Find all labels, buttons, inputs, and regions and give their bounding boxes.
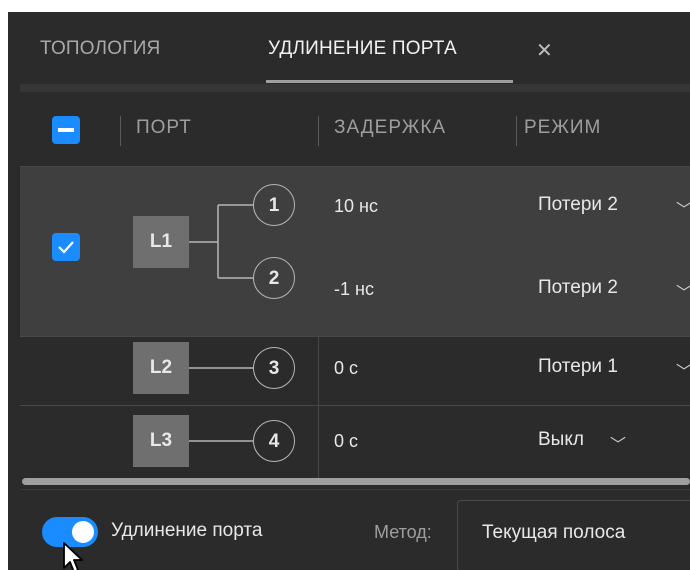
chevron-down-icon[interactable]: ﹀: [676, 196, 690, 220]
line-label-l3: L3: [133, 415, 189, 467]
method-value: Текущая полоса: [482, 522, 626, 543]
chevron-down-icon[interactable]: ﹀: [676, 279, 690, 303]
mouse-cursor-icon: [63, 542, 83, 570]
port-circle-3: 3: [253, 347, 295, 389]
footer-divider: [20, 489, 690, 490]
line-label-l2: L2: [133, 342, 189, 394]
port-circle-2: 2: [253, 257, 295, 299]
checkmark-icon: [58, 241, 74, 254]
mode-select-port-2[interactable]: Потери 2: [538, 277, 618, 299]
chevron-down-icon[interactable]: ﹀: [676, 358, 690, 382]
chevron-down-icon[interactable]: ﹀: [610, 431, 626, 455]
line-label-l1: L1: [133, 216, 189, 268]
delay-value-port-3[interactable]: 0 с: [334, 358, 358, 379]
mode-select-port-3[interactable]: Потери 1: [538, 356, 618, 378]
toggle-knob: [72, 521, 94, 543]
horizontal-scrollbar[interactable]: [22, 478, 690, 485]
delay-value-port-1[interactable]: 10 нс: [334, 196, 378, 217]
port-circle-4: 4: [253, 420, 295, 462]
row-checkbox-l1[interactable]: [52, 233, 80, 261]
port-circle-1: 1: [253, 184, 295, 226]
mode-select-port-1[interactable]: Потери 2: [538, 194, 618, 216]
topology-connector-lines: [189, 204, 253, 442]
delay-value-port-2[interactable]: -1 нс: [334, 279, 374, 300]
method-label: Метод:: [374, 522, 432, 542]
mode-select-port-4[interactable]: Выкл: [538, 429, 584, 451]
toggle-label: Удлинение порта: [111, 520, 263, 541]
port-extension-panel: ТОПОЛОГИЯ УДЛИНЕНИЕ ПОРТА ✕ ПОРТ ЗАДЕРЖК…: [8, 12, 690, 570]
delay-value-port-4[interactable]: 0 с: [334, 431, 358, 452]
